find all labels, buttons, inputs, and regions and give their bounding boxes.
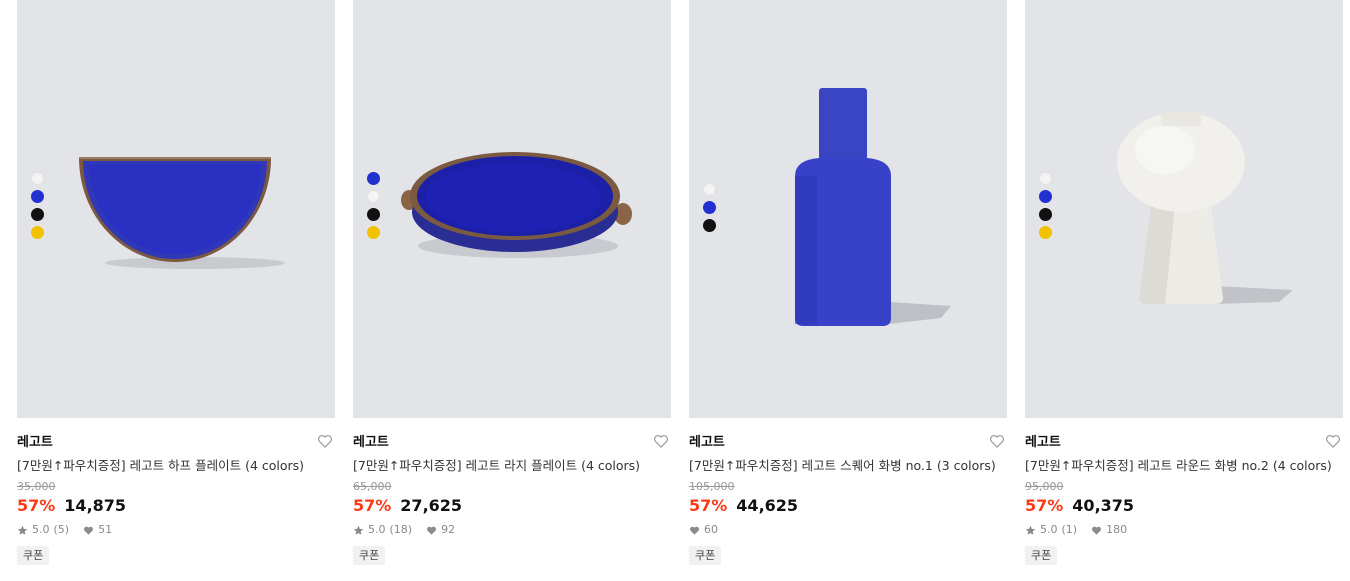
product-meta: 5.0 (5) 51 [17, 523, 335, 537]
review-count: (1) [1061, 523, 1078, 536]
swatch-black[interactable] [703, 219, 716, 232]
swatch-white[interactable] [367, 190, 380, 203]
half-plate-image [79, 157, 285, 269]
swatch-white[interactable] [703, 183, 716, 196]
brand-name[interactable]: 레고트 [1025, 434, 1343, 451]
price-row: 57% 27,625 [353, 495, 671, 517]
swatch-yellow[interactable] [1039, 226, 1052, 239]
color-swatches [367, 172, 380, 239]
price-row: 57% 40,375 [1025, 495, 1343, 517]
like-count: 92 [441, 523, 456, 536]
heart-icon [427, 526, 437, 535]
original-price: 35,000 [17, 480, 56, 493]
product-meta: 5.0 (1) 180 [1025, 523, 1343, 537]
swatch-blue[interactable] [31, 190, 44, 203]
brand-name[interactable]: 레고트 [17, 434, 335, 451]
wishlist-heart-icon[interactable] [989, 433, 1005, 449]
sale-price: 14,875 [64, 496, 127, 515]
swatch-yellow[interactable] [31, 226, 44, 239]
star-icon [1025, 525, 1036, 535]
color-swatches [31, 172, 44, 239]
product-image[interactable] [17, 0, 335, 418]
swatch-blue[interactable] [703, 201, 716, 214]
product-info: 레고트 [7만원↑파우치증정] 레고트 스퀘어 화병 no.1 (3 color… [689, 418, 1007, 565]
product-card[interactable]: 레고트 [7만원↑파우치증정] 레고트 스퀘어 화병 no.1 (3 color… [689, 0, 1007, 581]
star-icon [353, 525, 364, 535]
product-title[interactable]: [7만원↑파우치증정] 레고트 라지 플레이트 (4 colors) [353, 457, 671, 475]
original-price: 65,000 [353, 480, 392, 493]
sale-price: 27,625 [400, 496, 463, 515]
swatch-white[interactable] [31, 172, 44, 185]
product-meta: 5.0 (18) 92 [353, 523, 671, 537]
heart-icon [690, 526, 699, 535]
like-count: 180 [1106, 523, 1128, 536]
like-count: 60 [704, 523, 718, 536]
round-vase-image [1117, 112, 1293, 304]
square-vase-image [795, 88, 951, 326]
heart-icon [84, 526, 94, 535]
swatch-yellow[interactable] [367, 226, 380, 239]
product-title[interactable]: [7만원↑파우치증정] 레고트 라운드 화병 no.2 (4 colors) [1025, 457, 1343, 475]
coupon-badge[interactable]: 쿠폰 [689, 546, 722, 565]
swatch-blue[interactable] [367, 172, 380, 185]
swatch-black[interactable] [367, 208, 380, 221]
review-count: (18) [389, 523, 413, 536]
product-card[interactable]: 레고트 [7만원↑파우치증정] 레고트 하프 플레이트 (4 colors) 3… [17, 0, 335, 581]
heart-icon [1092, 526, 1102, 535]
coupon-badge[interactable]: 쿠폰 [353, 546, 386, 565]
discount-rate: 57% [17, 496, 56, 515]
discount-rate: 57% [689, 496, 728, 515]
product-title[interactable]: [7만원↑파우치증정] 레고트 스퀘어 화병 no.1 (3 colors) [689, 457, 1007, 475]
color-swatches [703, 183, 716, 232]
product-image[interactable] [1025, 0, 1343, 418]
coupon-badge[interactable]: 쿠폰 [17, 546, 50, 565]
large-plate-image [401, 152, 632, 258]
swatch-black[interactable] [1039, 208, 1052, 221]
brand-name[interactable]: 레고트 [689, 434, 1007, 451]
wishlist-heart-icon[interactable] [653, 433, 669, 449]
swatch-black[interactable] [31, 208, 44, 221]
product-info: 레고트 [7만원↑파우치증정] 레고트 라운드 화병 no.2 (4 color… [1025, 418, 1343, 565]
discount-rate: 57% [1025, 496, 1064, 515]
color-swatches [1039, 172, 1052, 239]
product-info: 레고트 [7만원↑파우치증정] 레고트 라지 플레이트 (4 colors) 6… [353, 418, 671, 565]
star-icon [17, 525, 28, 535]
price-row: 57% 14,875 [17, 495, 335, 517]
product-card[interactable]: 레고트 [7만원↑파우치증정] 레고트 라지 플레이트 (4 colors) 6… [353, 0, 671, 581]
product-image[interactable] [353, 0, 671, 418]
product-meta: 60 [689, 523, 1007, 537]
coupon-badge[interactable]: 쿠폰 [1025, 546, 1058, 565]
wishlist-heart-icon[interactable] [1325, 433, 1341, 449]
product-info: 레고트 [7만원↑파우치증정] 레고트 하프 플레이트 (4 colors) 3… [17, 418, 335, 565]
wishlist-heart-icon[interactable] [317, 433, 333, 449]
rating-value: 5.0 [32, 523, 50, 536]
product-image[interactable] [689, 0, 1007, 418]
original-price: 95,000 [1025, 480, 1064, 493]
rating-value: 5.0 [1040, 523, 1058, 536]
sale-price: 40,375 [1072, 496, 1135, 515]
swatch-white[interactable] [1039, 172, 1052, 185]
product-grid: 레고트 [7만원↑파우치증정] 레고트 하프 플레이트 (4 colors) 3… [0, 0, 1350, 581]
like-count: 51 [98, 523, 113, 536]
review-count: (5) [53, 523, 70, 536]
price-row: 57% 44,625 [689, 495, 1007, 517]
product-title[interactable]: [7만원↑파우치증정] 레고트 하프 플레이트 (4 colors) [17, 457, 335, 475]
brand-name[interactable]: 레고트 [353, 434, 671, 451]
rating-value: 5.0 [368, 523, 386, 536]
discount-rate: 57% [353, 496, 392, 515]
swatch-blue[interactable] [1039, 190, 1052, 203]
original-price: 105,000 [689, 480, 735, 493]
sale-price: 44,625 [736, 496, 799, 515]
product-card[interactable]: 레고트 [7만원↑파우치증정] 레고트 라운드 화병 no.2 (4 color… [1025, 0, 1343, 581]
